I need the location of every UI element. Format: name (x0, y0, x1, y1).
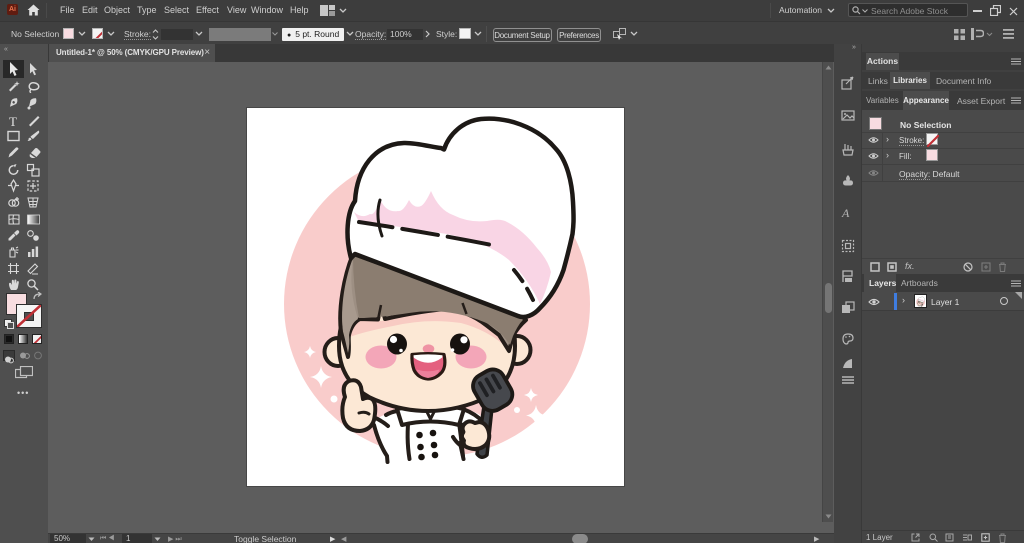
svg-text:A: A (841, 206, 850, 220)
svg-text:T: T (9, 114, 17, 129)
